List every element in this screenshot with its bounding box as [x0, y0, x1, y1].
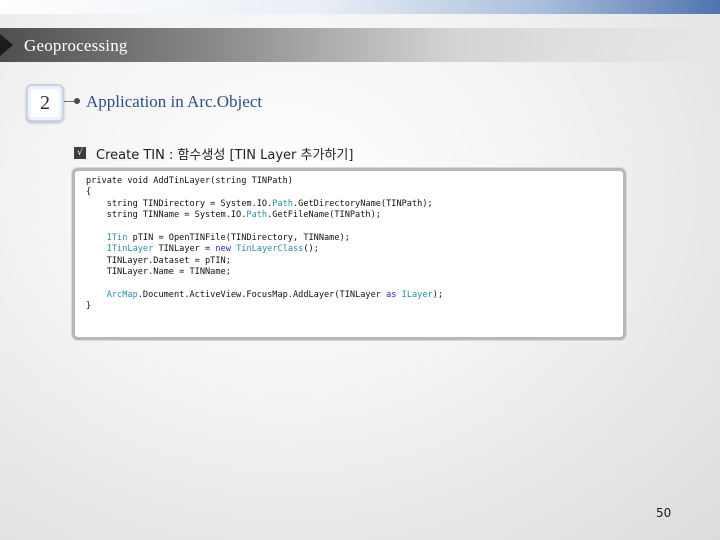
code-block: private void AddTinLayer(string TINPath)…: [86, 176, 443, 313]
code-line: ArcMap.Document.ActiveView.FocusMap.AddL…: [86, 290, 443, 300]
code-line: {: [86, 187, 91, 197]
checkbox-icon: √: [74, 147, 86, 159]
code-token: ArcMap: [106, 290, 138, 301]
page-title: Geoprocessing: [24, 36, 128, 55]
code-token: TinLayerClass: [236, 244, 304, 255]
code-line: TINLayer.Name = TINName;: [86, 267, 231, 277]
code-token: string TINName = System.IO.: [86, 210, 247, 221]
code-token: .GetFileName(TINPath);: [267, 210, 381, 221]
code-token: }: [86, 301, 92, 312]
code-token: as: [386, 290, 397, 301]
code-line: string TINDirectory = System.IO.Path.Get…: [86, 199, 433, 209]
code-token: string TINDirectory = System.IO.: [86, 198, 273, 209]
code-line: private void AddTinLayer(string TINPath): [86, 176, 293, 186]
code-token: .Document.ActiveView.FocusMap.AddLayer(T…: [137, 290, 387, 301]
code-line: ITin pTIN = OpenTINFile(TINDirectory, TI…: [86, 233, 350, 243]
code-line: ITinLayer TINLayer = new TinLayerClass()…: [86, 244, 319, 254]
subsection-heading: Create TIN : 함수생성 [TIN Layer 추가하기]: [96, 148, 354, 163]
code-token: ITin: [106, 233, 128, 244]
section-number-badge: 2: [26, 84, 64, 122]
code-token: );: [432, 290, 444, 301]
code-token: ();: [303, 244, 319, 255]
page-number: 50: [656, 506, 672, 520]
section-number: 2: [40, 91, 50, 114]
code-line: }: [86, 301, 91, 311]
bullet-dot-icon: [74, 98, 80, 104]
section-heading: Application in Arc.Object: [86, 92, 263, 111]
code-token: Path: [272, 198, 293, 209]
code-token: TINLayer =: [153, 244, 216, 255]
code-token: TINLayer.Dataset = pTIN;: [86, 255, 231, 266]
code-token: ITinLayer: [106, 244, 154, 255]
code-line: string TINName = System.IO.Path.GetFileN…: [86, 210, 381, 220]
code-token: new: [215, 244, 231, 255]
code-token: ILayer: [401, 290, 433, 301]
code-token: private void AddTinLayer(string TINPath): [86, 176, 293, 186]
title-arrow-icon: [0, 34, 13, 56]
code-token: .GetDirectoryName(TINPath);: [292, 198, 433, 209]
code-token: Path: [246, 210, 268, 221]
code-token: TINLayer.Name = TINName;: [86, 267, 231, 278]
code-token: {: [86, 187, 92, 198]
top-gradient-bar: [0, 0, 720, 14]
code-token: pTIN = OpenTINFile(TINDirectory, TINName…: [127, 233, 350, 244]
code-line: TINLayer.Dataset = pTIN;: [86, 256, 231, 266]
